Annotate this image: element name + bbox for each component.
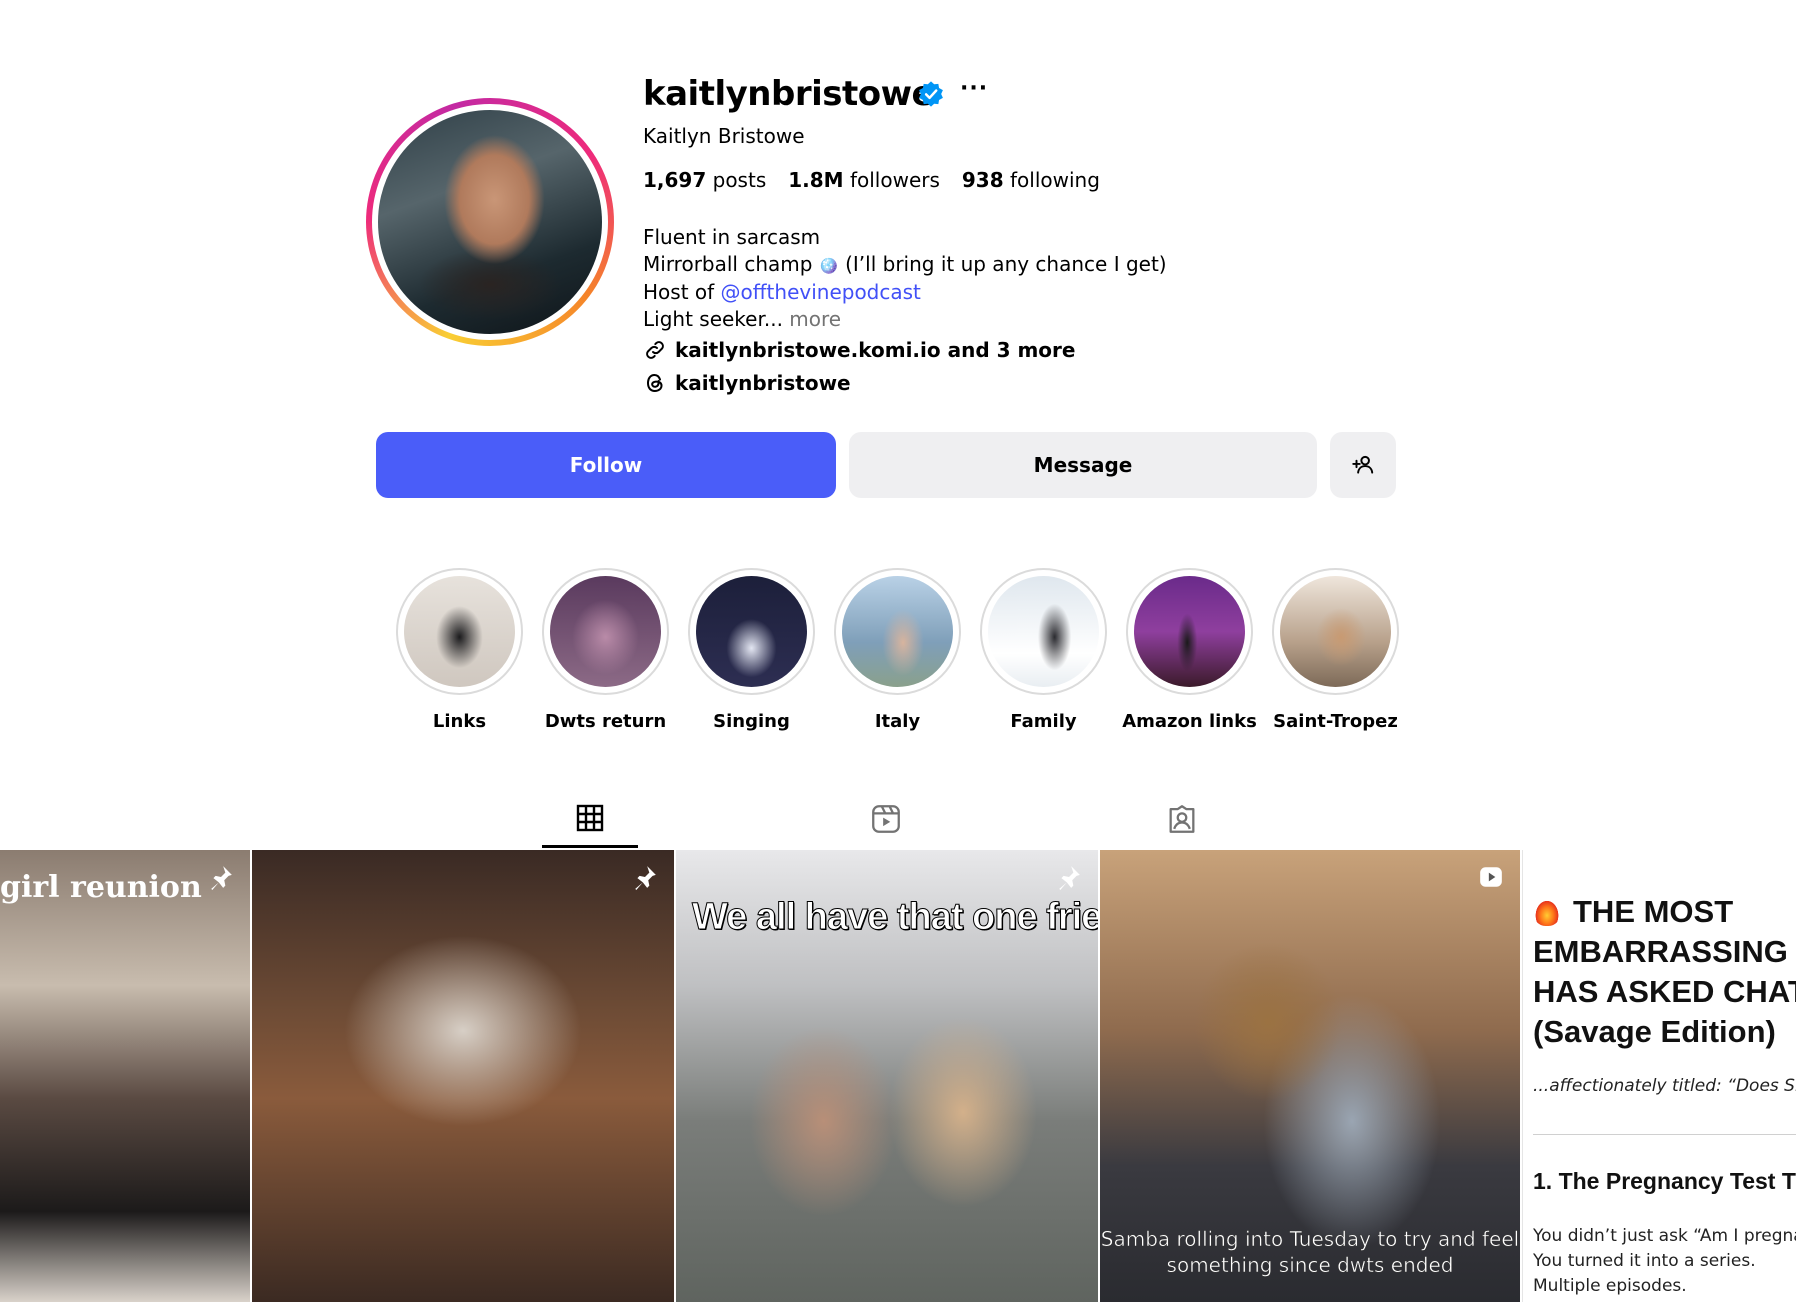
highlight-saint-tropez[interactable]: Saint-Tropez [1272,568,1399,732]
post-caption: girl reunion [0,870,202,905]
bio-mention-link[interactable]: @offthevinepodcast [721,280,921,304]
highlight-cover [696,576,807,687]
verified-badge-icon [919,81,943,107]
bio-line: Light seeker... more [643,307,842,331]
post-tile[interactable]: We all have that one friend [676,850,1098,1302]
profile-avatar[interactable] [366,98,614,346]
highlight-cover [1134,576,1245,687]
bio-line: Host of @offthevinepodcast [643,280,921,304]
post-caption: We all have that one friend [692,896,1098,939]
profile-stats: 1,697 posts 1.8M followers 938 following [643,168,1100,192]
avatar-inner [372,104,608,340]
highlight-ring [1272,568,1399,695]
followers-count[interactable]: 1.8M followers [788,168,940,192]
highlight-dwts-return[interactable]: Dwts return [542,568,669,732]
post-tile[interactable]: THE MOST EMBARRASSING T HAS ASKED CHATG … [1522,850,1796,1302]
highlight-amazon-links[interactable]: Amazon links [1122,568,1257,732]
follow-button[interactable]: Follow [376,432,836,498]
highlight-label: Amazon links [1122,711,1257,732]
highlight-ring [834,568,961,695]
post-doc-heading: 1. The Pregnancy Test Tr [1533,1168,1796,1194]
mirrorball-emoji: 🪩 [818,256,839,275]
highlight-ring [1126,568,1253,695]
highlight-cover [1280,576,1391,687]
tab-reels[interactable] [838,790,934,848]
highlight-singing[interactable]: Singing [688,568,815,732]
person-add-icon [1352,455,1374,474]
highlight-ring [396,568,523,695]
grid-icon [576,804,604,831]
profile-username: kaitlynbristowe [643,74,935,114]
bio-more-link[interactable]: more [789,307,841,331]
highlight-cover [550,576,661,687]
threads-icon [646,373,663,393]
link-icon [646,341,664,359]
fire-icon [1533,896,1561,926]
reels-icon [872,805,900,833]
posts-count: 1,697 posts [643,168,767,192]
highlight-ring [542,568,669,695]
post-doc-title: THE MOST EMBARRASSING T HAS ASKED CHATG … [1533,894,1796,1049]
bio-line: Fluent in sarcasm [643,225,821,249]
profile-tabs [0,790,1796,848]
tab-tagged[interactable] [1134,790,1230,848]
post-doc-body: You didn’t just ask “Am I pregna You tur… [1533,1226,1796,1296]
reel-icon [1480,867,1502,887]
more-options-icon[interactable]: ··· [960,76,988,101]
highlight-italy[interactable]: Italy [834,568,961,732]
message-button[interactable]: Message [849,432,1317,498]
post-doc-subtitle: ...affectionately titled: “Does Sh [1533,1076,1796,1096]
pinned-icon [635,866,656,890]
highlight-label: Saint-Tropez [1273,711,1398,732]
divider [1533,1134,1796,1135]
caption-line: Samba rolling into Tuesday to try and fe… [1100,1227,1520,1252]
highlight-links[interactable]: Links [396,568,523,732]
bio-line: Mirrorball champ 🪩 (I’ll bring it up any… [643,252,1167,276]
highlight-label: Links [432,711,487,732]
pinned-icon [1059,866,1080,890]
pinned-icon [211,866,232,890]
post-tile[interactable]: girl reunion [0,850,250,1302]
highlight-family[interactable]: Family [980,568,1107,732]
highlight-label: Singing [713,711,790,732]
highlight-label: Family [1010,711,1077,732]
highlight-ring [980,568,1107,695]
external-link-text[interactable]: kaitlynbristowe.komi.io and 3 more [675,338,1075,362]
highlight-cover [842,576,953,687]
highlight-ring [688,568,815,695]
posts-grid: girl reunion We all have that one friend… [0,850,1796,1302]
avatar-photo [378,110,602,334]
story-highlights: Links Dwts return Singing Italy Family A… [396,568,1399,732]
post-caption: Samba rolling into Tuesday to try and fe… [1100,1226,1520,1278]
profile-bio: Fluent in sarcasm Mirrorball champ 🪩 (I’… [643,224,1167,333]
threads-link[interactable]: kaitlynbristowe [643,371,851,395]
tagged-icon [1169,805,1195,833]
following-count[interactable]: 938 following [962,168,1100,192]
highlight-label: Italy [874,711,921,732]
highlight-cover [404,576,515,687]
highlight-cover [988,576,1099,687]
profile-full-name: Kaitlyn Bristowe [643,124,805,148]
external-link[interactable]: kaitlynbristowe.komi.io and 3 more [643,338,1075,362]
caption-line: something since dwts ended [1166,1253,1454,1278]
highlight-label: Dwts return [544,711,667,732]
suggested-accounts-button[interactable] [1330,432,1396,498]
post-tile[interactable]: Samba rolling into Tuesday to try and fe… [1100,850,1520,1302]
post-tile[interactable] [252,850,674,1302]
threads-handle[interactable]: kaitlynbristowe [675,371,851,395]
tab-posts[interactable] [542,790,638,848]
